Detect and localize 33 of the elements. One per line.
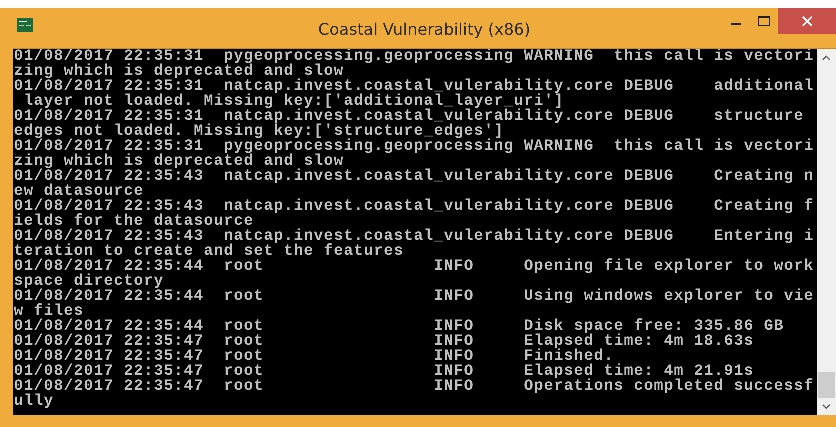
scroll-thumb[interactable] bbox=[818, 372, 835, 398]
log-line: 01/08/2017 22:35:47 root INFO Operations completed successf bbox=[14, 379, 814, 394]
log-line: 01/08/2017 22:35:47 root INFO Finished. bbox=[14, 349, 614, 364]
log-line: 01/08/2017 22:35:31 natcap.invest.coastal_vulerability.core DEBUG additional bbox=[14, 79, 814, 94]
scrollbar[interactable] bbox=[817, 49, 836, 415]
log-line: 01/08/2017 22:35:44 root INFO Using windows explorer to vie bbox=[14, 289, 814, 304]
close-icon[interactable] bbox=[802, 16, 812, 26]
log-line: layer not loaded. Missing key:['additional_layer_uri'] bbox=[24, 94, 564, 109]
log-line: 01/08/2017 22:35:43 natcap.invest.coastal_vulerability.core DEBUG Entering i bbox=[14, 229, 814, 244]
log-line: 01/08/2017 22:35:31 pygeoprocessing.geoprocessing WARNING this call is vectori bbox=[14, 139, 814, 154]
close-button[interactable] bbox=[778, 8, 836, 34]
log-line: ew datasource bbox=[14, 184, 144, 199]
log-line: teration to create and set the features bbox=[14, 244, 404, 259]
maximize-icon[interactable] bbox=[758, 16, 770, 26]
scroll-up-icon[interactable] bbox=[822, 54, 831, 60]
log-line: zing which is deprecated and slow bbox=[14, 64, 344, 79]
log-line: 01/08/2017 22:35:44 root INFO Opening file explorer to work bbox=[14, 259, 814, 274]
log-line: space directory bbox=[14, 274, 164, 289]
window-title: Coastal Vulnerability (x86) bbox=[318, 20, 531, 39]
log-line: 01/08/2017 22:35:43 natcap.invest.coastal_vulerability.core DEBUG Creating f bbox=[14, 199, 814, 214]
log-line: edges not loaded. Missing key:['structure_edges'] bbox=[14, 124, 504, 139]
log-line: 01/08/2017 22:35:31 natcap.invest.coastal_vulerability.core DEBUG structure bbox=[14, 109, 804, 124]
scroll-down-icon[interactable] bbox=[822, 404, 831, 410]
log-line: 01/08/2017 22:35:31 pygeoprocessing.geoprocessing WARNING this call is vectori bbox=[14, 49, 814, 64]
log-line: 01/08/2017 22:35:47 root INFO Elapsed time: 4m 21.91s bbox=[14, 364, 754, 379]
log-line: w files bbox=[14, 304, 84, 319]
log-line: 01/08/2017 22:35:47 root INFO Elapsed time: 4m 18.63s bbox=[14, 334, 754, 349]
log-line: ully bbox=[14, 394, 54, 409]
log-line: 01/08/2017 22:35:44 root INFO Disk space free: 335.86 GB bbox=[14, 319, 784, 334]
log-line: zing which is deprecated and slow bbox=[14, 154, 344, 169]
log-line: ields for the datasource bbox=[14, 214, 254, 229]
terminal-icon bbox=[17, 18, 33, 32]
log-line: 01/08/2017 22:35:43 natcap.invest.coastal_vulerability.core DEBUG Creating n bbox=[14, 169, 814, 184]
